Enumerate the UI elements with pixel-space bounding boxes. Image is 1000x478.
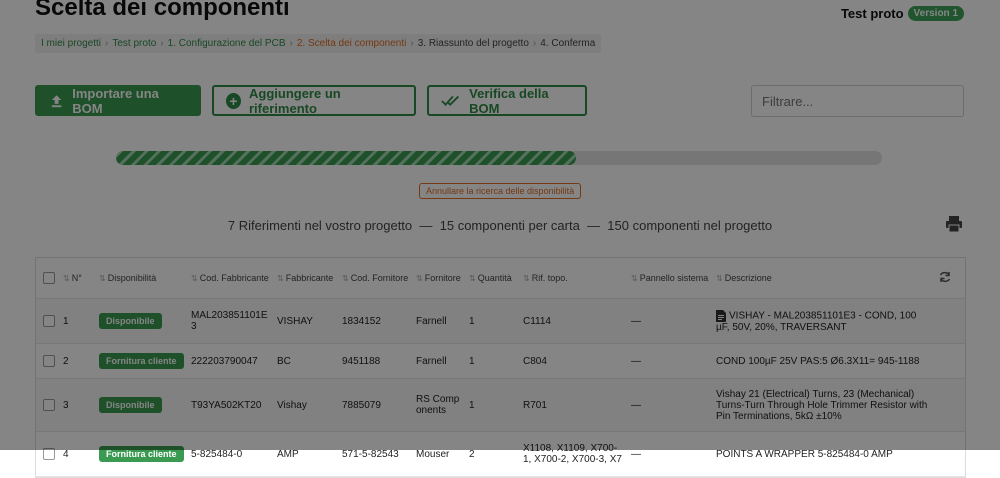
modal-backdrop[interactable] [0,0,1000,450]
cell-description: POINTS A WRAPPER 5-825484-0 AMP [713,449,935,460]
cell-panel: — [631,448,641,460]
description-text: POINTS A WRAPPER 5-825484-0 AMP [716,448,893,460]
cell-n: 4 [63,448,69,460]
cell-supplier: Mouser [416,448,450,460]
cell-manufacturer: AMP [277,448,299,460]
cell-supplier-code: 571-5-82543 [342,448,399,460]
cell-mfr-code: 5-825484-0 [191,448,243,460]
cell-quantity: 2 [469,448,475,460]
